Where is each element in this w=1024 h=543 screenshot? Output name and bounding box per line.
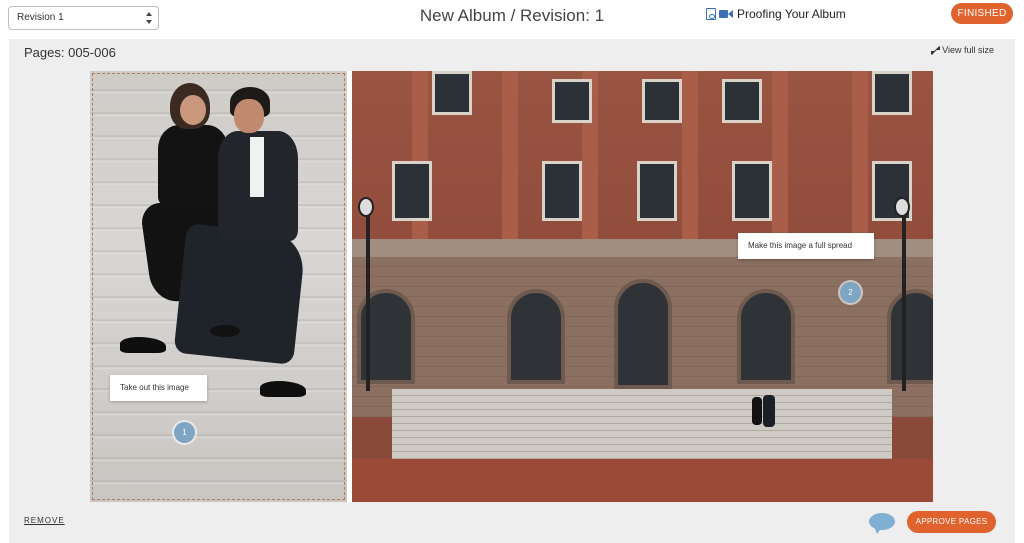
left-page-photo[interactable] [90, 71, 347, 502]
view-full-size-link[interactable]: View full size [931, 45, 994, 55]
chat-icon[interactable] [869, 513, 895, 534]
comment-pin-2[interactable]: 2 [840, 282, 861, 303]
small-couple-figure [752, 391, 776, 431]
finished-button[interactable]: FINISHED [951, 3, 1013, 24]
comment-pin-1[interactable]: 1 [174, 422, 195, 443]
album-panel: Pages: 005-006 View full size Take out t… [9, 39, 1015, 543]
view-full-size-label: View full size [942, 45, 994, 55]
page-title: New Album / Revision: 1 [419, 6, 605, 25]
expand-icon [931, 45, 941, 55]
top-bar: Revision 1 New Album / Revision: 1 Proof… [0, 0, 1024, 38]
revision-select[interactable]: Revision 1 [8, 6, 159, 30]
pages-label: Pages: 005-006 [24, 45, 116, 60]
pdf-icon[interactable] [706, 8, 716, 20]
proofing-link-label: Proofing Your Album [737, 7, 846, 21]
album-spread [90, 71, 933, 502]
proofing-link[interactable]: Proofing Your Album [706, 6, 846, 22]
comment-box-1[interactable]: Take out this image [110, 375, 207, 401]
video-icon[interactable] [719, 9, 733, 19]
left-page-border [92, 73, 345, 500]
remove-link[interactable]: REMOVE [24, 516, 65, 525]
select-arrows-icon [145, 11, 153, 25]
comment-text-1: Take out this image [120, 383, 189, 392]
comment-text-2: Make this image a full spread [748, 241, 853, 250]
revision-select-value: Revision 1 [17, 12, 64, 23]
approve-pages-button[interactable]: APPROVE PAGES [907, 511, 996, 533]
comment-box-2[interactable]: Make this image a full spread [738, 233, 874, 259]
